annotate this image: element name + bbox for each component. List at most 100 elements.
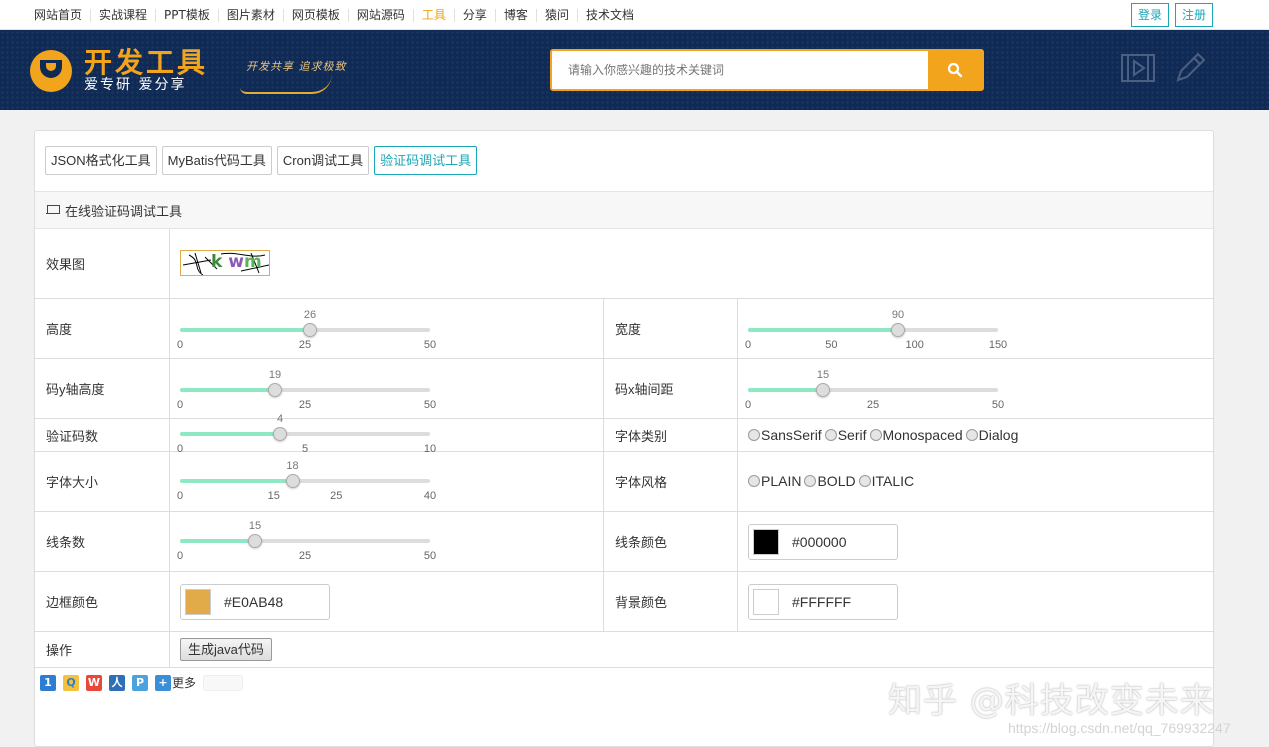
- nav-link[interactable]: PPT模板: [155, 8, 218, 22]
- slider-handle[interactable]: [268, 383, 282, 397]
- slider-tick: 50: [991, 399, 1005, 411]
- search-button[interactable]: [928, 51, 982, 89]
- search-icon: [947, 62, 963, 78]
- captcha-preview[interactable]: k wm: [180, 250, 270, 276]
- slider-tick: 50: [423, 550, 437, 562]
- y-height-slider[interactable]: 19 0 25 50: [177, 369, 436, 411]
- form-row-position: 码y轴高度 19 0 25 50 码x轴间距 15 0 25 50: [35, 359, 1213, 419]
- top-nav: 网站首页 实战课程 PPT模板 图片素材 网页模板 网站源码 工具 分享 博客 猿问 技术文档 登录…: [0, 0, 1269, 30]
- nav-link[interactable]: 网页模板: [282, 8, 348, 22]
- bg-color-picker[interactable]: #FFFFFF: [748, 584, 898, 620]
- slider-value: 18: [286, 460, 299, 472]
- section-title: 在线验证码调试工具: [65, 204, 183, 220]
- radio-option[interactable]: Dialog: [965, 427, 1019, 443]
- slider-handle[interactable]: [891, 323, 905, 337]
- nav-link[interactable]: 博客: [494, 8, 536, 22]
- register-button[interactable]: 注册: [1174, 3, 1213, 27]
- radio-label: Dialog: [978, 427, 1019, 443]
- height-slider[interactable]: 26 0 25 50: [177, 309, 436, 351]
- login-button[interactable]: 登录: [1130, 3, 1169, 27]
- slider-handle[interactable]: [816, 383, 830, 397]
- slider-tick: 0: [744, 339, 752, 351]
- nav-link[interactable]: 工具: [412, 8, 454, 22]
- nav-link[interactable]: 图片素材: [217, 8, 283, 22]
- form-row-colors: 边框颜色 #E0AB48 背景颜色 #FFFFFF: [35, 572, 1213, 632]
- slider-value: 26: [303, 309, 317, 321]
- count-slider[interactable]: 4 0 5 10: [177, 413, 436, 455]
- radio-label: Monospaced: [882, 427, 963, 443]
- tab-3[interactable]: Cron调试工具: [276, 146, 370, 175]
- nav-link[interactable]: 分享: [453, 8, 495, 22]
- video-icon[interactable]: [1120, 50, 1156, 86]
- radio-option[interactable]: SansSerif: [748, 427, 822, 443]
- nav-link[interactable]: 猿问: [535, 8, 577, 22]
- tab-2[interactable]: MyBatis代码工具: [161, 146, 272, 175]
- x-spacing-slider[interactable]: 15 0 25 50: [745, 369, 1004, 411]
- share-counter: [203, 674, 244, 691]
- y-height-cell: 19 0 25 50: [170, 359, 604, 418]
- font-size-cell: 18 0 15 25 40: [170, 452, 604, 511]
- nav-link[interactable]: 技术文档: [576, 8, 642, 22]
- font-type-options: SansSerif Serif Monospaced Dialog: [748, 427, 1021, 443]
- nav-link[interactable]: 实战课程: [90, 8, 155, 22]
- height-label: 高度: [35, 299, 170, 358]
- search-input[interactable]: [552, 51, 930, 89]
- radio-label: Serif: [837, 427, 867, 443]
- renren-icon[interactable]: 人: [109, 674, 125, 691]
- font-style-label: 字体风格: [604, 452, 738, 511]
- lines-slider[interactable]: 15 0 25 50: [177, 520, 436, 562]
- slider-handle[interactable]: [273, 427, 287, 441]
- lines-cell: 15 0 25 50: [170, 512, 604, 571]
- action-cell: 生成java代码: [170, 632, 1213, 667]
- logo-icon[interactable]: [30, 50, 72, 92]
- radio-option[interactable]: BOLD: [804, 473, 856, 489]
- radio-circle[interactable]: [748, 475, 760, 487]
- border-color-picker[interactable]: #E0AB48: [180, 584, 330, 620]
- share-bar: 1 Q W 人 P + 更多: [40, 674, 244, 691]
- nav-link[interactable]: 网站首页: [26, 8, 90, 22]
- border-color-value: #E0AB48: [224, 594, 284, 610]
- radio-option[interactable]: Serif: [824, 427, 867, 443]
- radio-circle[interactable]: [748, 429, 760, 441]
- nav-link[interactable]: 网站源码: [347, 8, 413, 22]
- font-size-slider[interactable]: 18 0 15 25 40: [177, 460, 436, 502]
- auth-links: 登录 注册: [1130, 3, 1213, 27]
- x-spacing-label: 码x轴间距: [604, 359, 738, 418]
- slider-fill: [180, 539, 255, 543]
- slider-fill: [180, 432, 280, 436]
- watermark: 知乎 @科技改变未来: [888, 681, 1215, 721]
- radio-circle[interactable]: [824, 429, 837, 441]
- radio-circle[interactable]: [869, 429, 882, 441]
- top-nav-links: 网站首页 实战课程 PPT模板 图片素材 网页模板 网站源码 工具 分享 博客 猿问 技术文档: [26, 0, 642, 30]
- count-cell: 4 0 5 10: [170, 413, 604, 455]
- radio-option[interactable]: ITALIC: [858, 473, 914, 489]
- qq-icon[interactable]: Q: [63, 674, 79, 691]
- radio-circle[interactable]: [858, 475, 871, 487]
- slider-fill: [180, 328, 310, 332]
- preview-label: 效果图: [35, 229, 170, 298]
- tab-1[interactable]: JSON格式化工具: [45, 146, 157, 175]
- pengyou-icon[interactable]: P: [132, 674, 148, 691]
- slider-value: 90: [891, 309, 905, 321]
- line-color-value: #000000: [792, 534, 847, 550]
- weibo-icon[interactable]: W: [86, 674, 102, 691]
- slider-handle[interactable]: [303, 323, 317, 337]
- pencil-icon[interactable]: [1172, 50, 1208, 86]
- radio-option[interactable]: Monospaced: [869, 427, 963, 443]
- width-slider[interactable]: 90 0 50 100 150: [745, 309, 1007, 351]
- line-color-picker[interactable]: #000000: [748, 524, 898, 560]
- slider-handle[interactable]: [248, 534, 262, 548]
- radio-circle[interactable]: [965, 429, 978, 441]
- slider-tick: 15: [267, 490, 280, 502]
- radio-option[interactable]: PLAIN: [748, 473, 801, 489]
- tab-4[interactable]: 验证码调试工具: [374, 146, 478, 175]
- generate-java-button[interactable]: 生成java代码: [180, 638, 272, 661]
- captcha-text: k wm: [211, 252, 262, 272]
- qzone-icon[interactable]: 1: [40, 674, 56, 691]
- watermark-url: https://blog.csdn.net/qq_769932247: [1008, 720, 1231, 736]
- share-more-label[interactable]: 更多: [172, 674, 196, 691]
- more-icon[interactable]: +: [155, 674, 171, 691]
- radio-circle[interactable]: [804, 475, 817, 487]
- slider-handle[interactable]: [285, 474, 300, 488]
- slogan: 开发共享 追求极致: [246, 60, 347, 73]
